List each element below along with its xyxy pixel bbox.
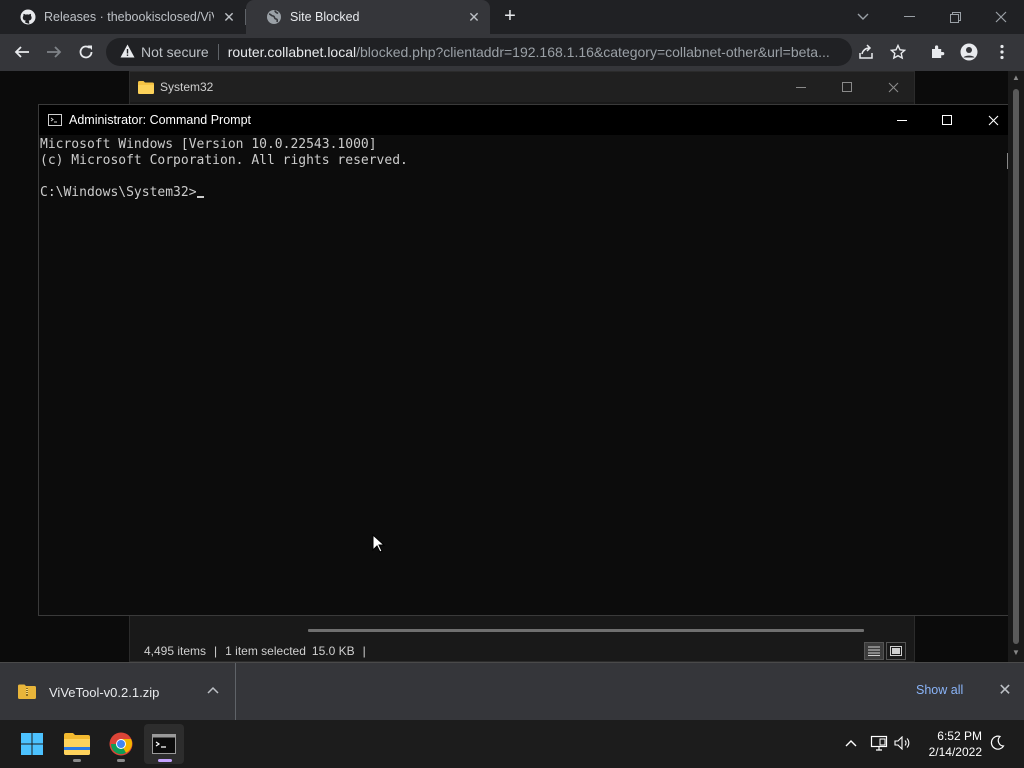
console-output[interactable]: Microsoft Windows [Version 10.0.22543.10… [39,135,1001,615]
divider: | [362,644,366,658]
command-prompt-window[interactable]: Administrator: Command Prompt Microsoft … [38,104,1016,616]
reload-icon[interactable] [72,38,100,66]
download-bar: ViVeTool-v0.2.1.zip Show all ✕ [0,662,1024,721]
volume-icon[interactable] [894,734,912,752]
details-view-icon[interactable] [864,642,884,660]
cmd-title: Administrator: Command Prompt [69,113,252,127]
url-path: /blocked.php?clientaddr=192.168.1.16&cat… [356,44,830,60]
close-window-icon[interactable] [978,0,1024,34]
tab-search-icon[interactable] [840,0,886,34]
taskbar-terminal[interactable] [144,724,184,764]
folder-icon [138,80,154,94]
taskbar-clock[interactable]: 6:52 PM 2/14/2022 [920,728,982,760]
chevron-up-icon[interactable] [842,734,860,752]
github-icon [20,9,36,25]
scroll-down-icon[interactable]: ▼ [1008,648,1024,660]
file-explorer-icon [64,733,90,755]
minimize-icon[interactable] [879,105,925,135]
chrome-icon [109,732,133,756]
show-all-link[interactable]: Show all [916,683,963,697]
close-icon[interactable] [870,72,916,102]
zip-folder-icon [18,684,36,699]
download-file-name: ViVeTool-v0.2.1.zip [49,684,160,700]
cmd-titlebar[interactable]: Administrator: Command Prompt [39,105,1015,135]
horizontal-scrollbar[interactable] [308,629,864,632]
focus-assist-moon-icon[interactable] [988,734,1006,752]
profile-avatar-icon[interactable] [955,38,983,66]
share-icon[interactable] [852,38,880,66]
selection-count: 1 item selected [225,644,306,658]
terminal-icon [152,734,176,754]
running-indicator [117,759,125,762]
scroll-up-icon[interactable]: ▲ [1008,73,1024,85]
taskbar-chrome[interactable] [101,724,141,764]
running-indicator [73,759,81,762]
large-icons-view-icon[interactable] [886,642,906,660]
view-switcher [864,642,906,660]
restore-icon[interactable] [932,0,978,34]
network-icon[interactable] [870,734,888,752]
chevron-up-icon[interactable] [205,683,221,699]
active-indicator [158,759,172,762]
tab-title: Releases · thebookisclosed/ViVe [44,10,214,24]
windows-taskbar: 6:52 PM 2/14/2022 [0,720,1024,768]
browser-toolbar: Not secure router.collabnet.local /block… [0,34,1024,71]
bookmark-star-icon[interactable] [884,38,912,66]
minimize-icon[interactable] [886,0,932,34]
explorer-status-bar: 4,495 items | 1 item selected 15.0 KB | [130,640,914,662]
clock-date: 2/14/2022 [928,745,982,759]
start-button[interactable] [12,724,52,764]
tab-title: Site Blocked [290,10,360,24]
minimize-icon[interactable] [778,72,824,102]
close-download-bar-icon[interactable]: ✕ [996,682,1014,700]
close-tab-icon[interactable]: ✕ [221,9,237,25]
selection-size: 15.0 KB [311,644,355,658]
clock-time: 6:52 PM [937,729,982,743]
tab-site-blocked[interactable]: Site Blocked ✕ [246,0,490,34]
console-line: (c) Microsoft Corporation. All rights re… [40,153,408,168]
tab-releases[interactable]: Releases · thebookisclosed/ViVe ✕ [0,0,245,34]
text-cursor [196,196,204,198]
back-icon[interactable] [8,38,36,66]
console-line: Microsoft Windows [Version 10.0.22543.10… [40,137,377,152]
download-item[interactable]: ViVeTool-v0.2.1.zip [0,663,236,721]
taskbar-file-explorer[interactable] [57,724,97,764]
divider [217,44,219,60]
maximize-icon[interactable] [824,72,870,102]
more-menu-icon[interactable] [988,38,1016,66]
extensions-icon[interactable] [924,38,952,66]
address-bar[interactable]: Not secure router.collabnet.local /block… [106,38,852,66]
warning-icon [120,44,135,61]
console-prompt-line[interactable]: C:\Windows\System32> [40,185,1001,201]
new-tab-button[interactable]: + [498,5,522,29]
page-scrollbar[interactable]: ▲ ▼ [1008,71,1024,662]
item-count: 4,495 items [144,644,207,658]
forward-icon[interactable] [40,38,68,66]
close-tab-icon[interactable]: ✕ [466,9,482,25]
explorer-title: System32 [160,80,214,94]
globe-icon [266,9,282,25]
console-prompt: C:\Windows\System32> [40,185,197,200]
url-host: router.collabnet.local [227,44,357,60]
maximize-icon[interactable] [924,105,970,135]
cmd-app-icon [48,114,62,126]
divider: | [214,644,218,658]
security-label[interactable]: Not secure [141,44,209,60]
browser-tabstrip: Releases · thebookisclosed/ViVe ✕ Site B… [0,0,1024,34]
scrollbar-thumb[interactable] [1013,89,1019,644]
mouse-cursor-icon [372,534,386,553]
start-icon [21,733,43,755]
